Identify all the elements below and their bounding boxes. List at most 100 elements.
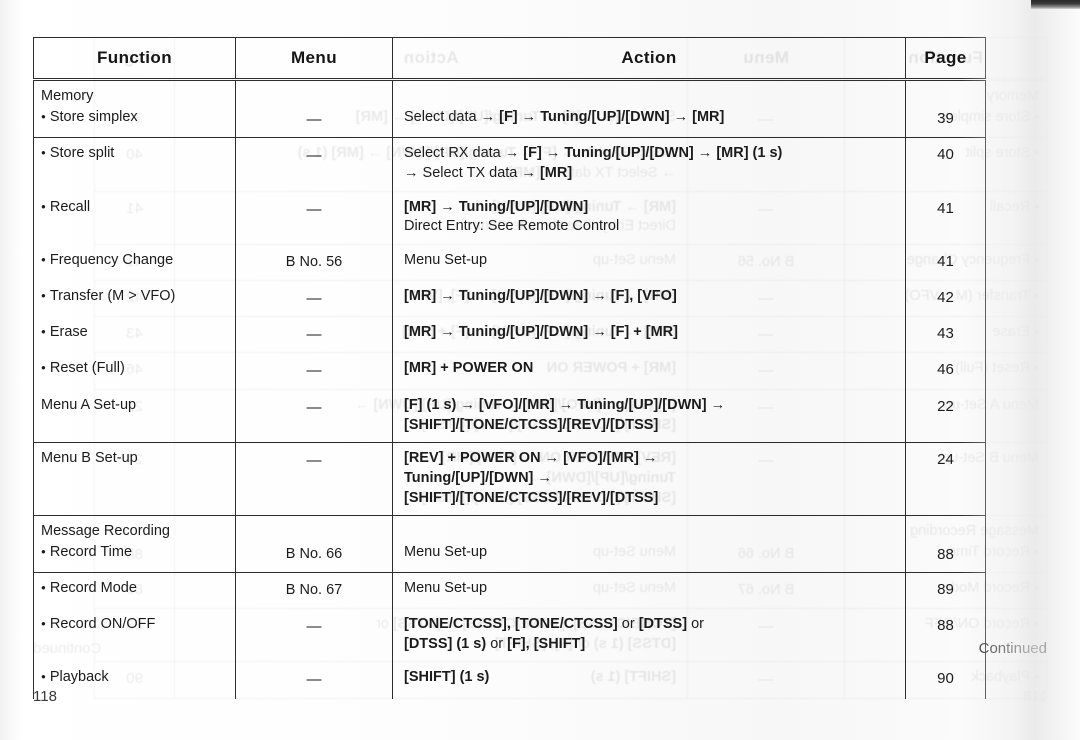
action-key-token: [F] xyxy=(499,108,518,125)
cell-function: Memory Store simplex xyxy=(33,78,236,139)
function-label: Erase xyxy=(41,323,226,343)
action-key-token: [SHIFT]/[TONE/CTCSS]/[REV]/[DTSS] xyxy=(404,416,659,433)
action-text-token: Select RX data xyxy=(404,145,505,162)
action-key-token: Tuning/[UP]/[DWN] xyxy=(458,324,589,341)
page-reference: 46 xyxy=(937,361,954,379)
action-text-token: → xyxy=(540,450,564,467)
function-reference-table: Function Menu Action Page Memory Store si… xyxy=(33,37,986,699)
cell-function: Transfer (M > VFO) xyxy=(33,279,236,317)
action-text-token: Menu Set-up xyxy=(404,580,488,597)
menu-none-dash: — xyxy=(306,452,322,470)
action-text-token: → xyxy=(533,470,552,487)
cell-menu: B No. 67 xyxy=(235,572,393,609)
cell-page: 89 xyxy=(905,572,986,609)
action-line: Menu Set-up xyxy=(404,251,896,271)
menu-spacer xyxy=(245,524,383,544)
page-spacer xyxy=(915,88,976,108)
action-key-token: [MR] xyxy=(692,108,725,125)
page-reference: 89 xyxy=(937,581,954,599)
table-header-row: Function Menu Action Page xyxy=(33,37,986,81)
cell-page: 88 xyxy=(905,515,986,574)
cell-page: 46 xyxy=(905,352,986,390)
action-key-token: Tuning/[UP]/[DWN] xyxy=(564,145,694,162)
cell-page: 43 xyxy=(905,316,986,353)
cell-action: Menu Set-up xyxy=(392,515,906,574)
action-text-token: → xyxy=(554,396,578,413)
action-line: Menu Set-up xyxy=(404,543,896,563)
action-key-token: [F] (1 s) xyxy=(404,396,457,413)
function-label: Record ON/OFF xyxy=(41,615,226,635)
cell-action: [MR] → Tuning/[UP]/[DWN] → [F] + [MR] xyxy=(392,316,906,353)
column-header-function: Function xyxy=(33,37,236,81)
table-row: Playback — [SHIFT] (1 s) 90 xyxy=(33,661,986,699)
action-key-token: [VFO]/[MR] xyxy=(478,396,555,413)
action-key-token: [MR] (1 s) xyxy=(716,145,783,162)
cell-action: [REV] + POWER ON → [VFO]/[MR] →Tuning/[U… xyxy=(392,442,906,517)
action-text-token: Menu Set-up xyxy=(404,251,488,268)
action-key-token: [F], [VFO] xyxy=(610,287,677,304)
action-text-token: → xyxy=(638,450,658,467)
action-text-token: → xyxy=(706,396,726,413)
action-text-token: → xyxy=(504,145,524,162)
action-text-token: → xyxy=(693,145,717,162)
cell-action: [TONE/CTCSS], [TONE/CTCSS] or [DTSS] or[… xyxy=(392,607,906,662)
action-key-token: [MR] xyxy=(404,324,437,341)
table-row: Transfer (M > VFO) — [MR] → Tuning/[UP]/[D… xyxy=(33,279,986,317)
cell-menu: — xyxy=(235,352,393,390)
cell-menu: B No. 56 xyxy=(235,243,393,281)
cell-function: Reset (Full) xyxy=(33,352,236,390)
menu-none-dash: — xyxy=(306,289,322,307)
page-reference: 90 xyxy=(937,670,954,688)
action-text-token: → xyxy=(588,287,611,304)
page-spacer xyxy=(915,523,976,543)
action-line: [DTSS] (1 s) or [F], [SHIFT] xyxy=(404,635,896,655)
table-row: Reset (Full) — [MR] + POWER ON 46 xyxy=(33,352,986,390)
table-row: Memory Store simplex — Select data → [F] … xyxy=(33,78,986,139)
cell-page: 41 xyxy=(905,243,986,281)
cell-function: Menu A Set-up xyxy=(33,388,236,444)
action-line: Direct Entry: See Remote Control xyxy=(404,217,896,237)
action-text-token: → xyxy=(517,108,541,125)
column-header-menu: Menu xyxy=(235,37,393,81)
cell-menu: — xyxy=(235,279,393,317)
cell-menu: — xyxy=(235,661,393,699)
section-title: Message Recording xyxy=(41,523,170,540)
cell-page: 39 xyxy=(905,78,986,139)
action-key-token: [F] + [MR] xyxy=(610,324,678,341)
function-label: Reset (Full) xyxy=(41,359,226,379)
action-line: [MR] → Tuning/[UP]/[DWN] → [F], [VFO] xyxy=(404,287,896,307)
cell-menu: — xyxy=(235,316,393,353)
action-line: [F] (1 s) → [VFO]/[MR] → Tuning/[UP]/[DW… xyxy=(404,396,896,416)
cell-action: [SHIFT] (1 s) xyxy=(392,661,906,699)
function-label: Store split xyxy=(41,144,226,164)
action-key-token: Tuning/[UP]/[DWN] xyxy=(577,396,707,413)
cell-menu: — xyxy=(235,388,393,444)
action-line: Select RX data → [F] → Tuning/[UP]/[DWN]… xyxy=(404,144,896,164)
page-reference: 40 xyxy=(937,146,954,164)
cell-function: Record Mode xyxy=(33,572,236,609)
section-title: Memory xyxy=(41,88,94,104)
page-reference: 88 xyxy=(937,616,954,634)
table-row: Recall—[MR] → Tuning/[UP]/[DWN]Direct En… xyxy=(33,190,986,245)
function-label: Menu A Set-up xyxy=(41,396,137,413)
action-text-token: → xyxy=(436,287,459,304)
menu-none-dash: — xyxy=(306,617,322,635)
page-reference: 88 xyxy=(937,545,954,563)
cell-menu: B No. 66 xyxy=(235,515,393,574)
menu-reference: B No. 66 xyxy=(285,546,343,563)
action-line: [SHIFT]/[TONE/CTCSS]/[REV]/[DTSS] xyxy=(404,416,896,436)
action-key-token: [DTSS] xyxy=(638,615,688,632)
table-row: Message Recording Record Time B No. 66 Me… xyxy=(33,515,986,574)
action-spacer xyxy=(404,87,896,107)
cell-action: Select data → [F] → Tuning/[UP]/[DWN] → … xyxy=(392,78,906,139)
cell-action: [MR] → Tuning/[UP]/[DWN]Direct Entry: Se… xyxy=(392,190,906,245)
action-line: Select data → [F] → Tuning/[UP]/[DWN] → … xyxy=(404,108,896,128)
action-key-token: [SHIFT]/[TONE/CTCSS]/[REV]/[DTSS] xyxy=(404,489,659,506)
action-key-token: [REV] + POWER ON xyxy=(404,450,541,467)
table-body: Memory Store simplex — Select data → [F] … xyxy=(33,78,986,699)
menu-none-dash: — xyxy=(306,326,322,344)
action-text-token: Direct Entry: See Remote Control xyxy=(404,218,620,235)
action-line: [MR] → Tuning/[UP]/[DWN] → [F] + [MR] xyxy=(404,323,896,343)
cell-action: Select RX data → [F] → Tuning/[UP]/[DWN]… xyxy=(392,137,906,192)
menu-none-dash: — xyxy=(306,200,322,218)
